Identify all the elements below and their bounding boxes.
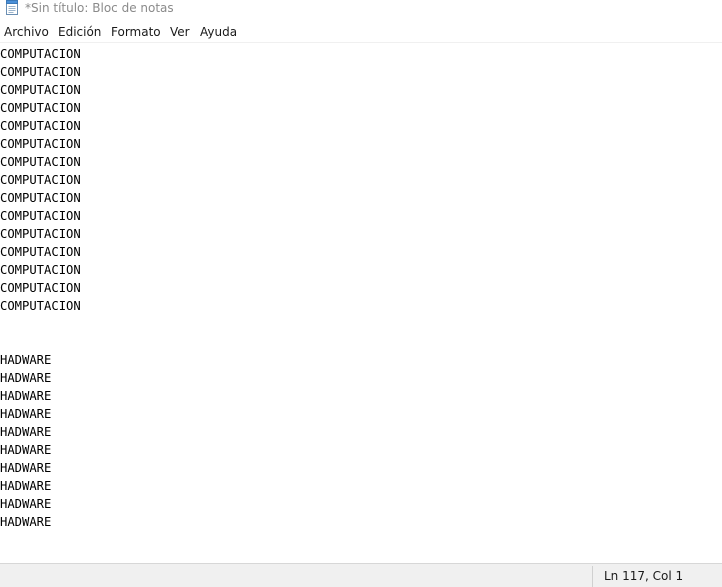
status-bar: Ln 117, Col 1 <box>0 563 722 587</box>
menu-archivo[interactable]: Archivo <box>3 24 50 40</box>
text-editor[interactable]: COMPUTACION COMPUTACION COMPUTACION COMP… <box>0 42 722 564</box>
notepad-window: *Sin título: Bloc de notas Archivo Edici… <box>0 0 722 587</box>
menu-formato[interactable]: Formato <box>110 24 162 40</box>
menu-ayuda[interactable]: Ayuda <box>199 24 238 40</box>
status-divider <box>592 566 593 587</box>
menu-edicion[interactable]: Edición <box>57 24 102 40</box>
cursor-position: Ln 117, Col 1 <box>604 569 684 583</box>
menu-ver[interactable]: Ver <box>169 24 191 40</box>
menu-bar: Archivo Edición Formato Ver Ayuda <box>0 23 722 42</box>
notepad-icon <box>5 0 19 15</box>
title-bar: *Sin título: Bloc de notas <box>0 0 722 20</box>
editor-content[interactable]: COMPUTACION COMPUTACION COMPUTACION COMP… <box>0 45 81 531</box>
window-title: *Sin título: Bloc de notas <box>25 1 174 15</box>
